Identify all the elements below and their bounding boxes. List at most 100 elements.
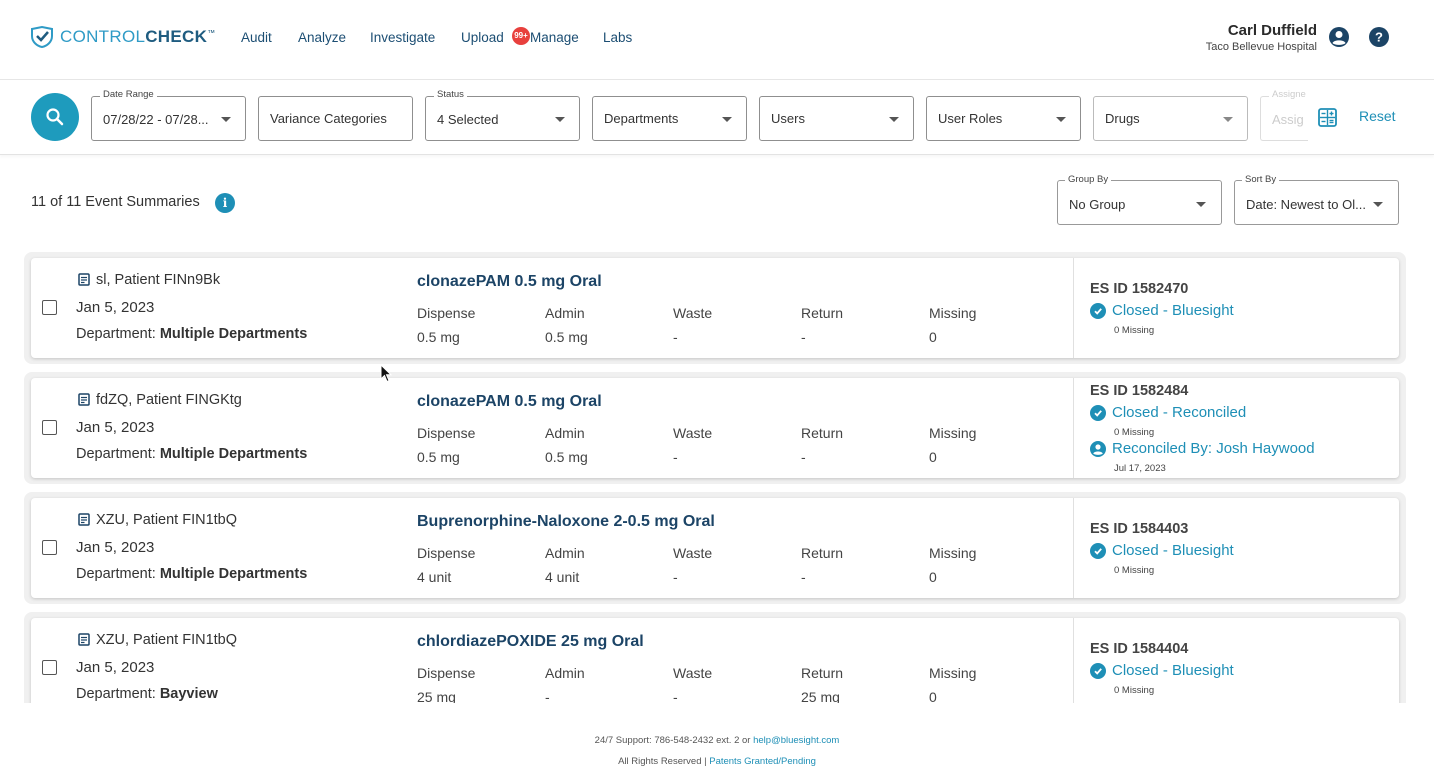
department-label: Department: bbox=[76, 686, 156, 702]
col-admin-label: Admin bbox=[545, 425, 585, 441]
variance-categories-value: Variance Categories bbox=[270, 111, 387, 126]
support-email-link[interactable]: help@bluesight.com bbox=[753, 735, 839, 746]
patient-name[interactable]: XZU, Patient FIN1tbQ bbox=[96, 512, 237, 528]
mouse-cursor-icon bbox=[380, 364, 392, 383]
sort-by-select[interactable]: Sort By Date: Newest to Ol... bbox=[1234, 174, 1399, 225]
dispense-value: 0.5 mg bbox=[417, 449, 460, 465]
patient-name[interactable]: sl, Patient FINn9Bk bbox=[96, 272, 220, 288]
card-divider bbox=[1073, 498, 1074, 598]
status-text: Closed - Bluesight bbox=[1112, 662, 1234, 679]
missing-value: 0 bbox=[929, 449, 937, 465]
chevron-down-icon bbox=[221, 117, 231, 122]
nav-link-investigate[interactable]: Investigate bbox=[370, 30, 435, 45]
date-range-select[interactable]: Date Range 07/28/22 - 07/28... bbox=[91, 89, 246, 141]
logo-text-control: CONTROL bbox=[60, 27, 146, 46]
reconciled-date: Jul 17, 2023 bbox=[1114, 463, 1166, 474]
dispense-value: 4 unit bbox=[417, 569, 452, 585]
event-card-body[interactable]: sl, Patient FINn9Bk Jan 5, 2023 Departme… bbox=[31, 258, 1399, 358]
select-checkbox[interactable] bbox=[42, 420, 57, 435]
assignee-select[interactable]: Assigne Assig bbox=[1260, 89, 1309, 141]
calculator-icon[interactable] bbox=[1318, 108, 1337, 127]
missing-count: 0 Missing bbox=[1114, 685, 1155, 696]
event-card-body[interactable]: XZU, Patient FIN1tbQ Jan 5, 2023 Departm… bbox=[31, 618, 1399, 703]
nav-link-audit[interactable]: Audit bbox=[241, 30, 272, 45]
waste-value: - bbox=[673, 689, 678, 703]
event-summary-list[interactable]: sl, Patient FINn9Bk Jan 5, 2023 Departme… bbox=[0, 245, 1434, 703]
select-checkbox[interactable] bbox=[42, 540, 57, 555]
patient-notes-icon bbox=[78, 513, 90, 526]
group-by-value: No Group bbox=[1069, 197, 1126, 212]
status-select[interactable]: Status 4 Selected bbox=[425, 89, 580, 141]
chevron-down-icon bbox=[555, 117, 565, 122]
select-checkbox[interactable] bbox=[42, 660, 57, 675]
return-value: 25 mg bbox=[801, 689, 840, 703]
shield-check-icon bbox=[31, 26, 53, 48]
patient-name[interactable]: XZU, Patient FIN1tbQ bbox=[96, 632, 237, 648]
status-closed: Closed - Bluesight bbox=[1090, 542, 1234, 559]
drug-name[interactable]: Buprenorphine-Naloxone 2-0.5 mg Oral bbox=[417, 513, 715, 531]
info-icon[interactable]: i bbox=[215, 193, 235, 213]
controlcheck-logo[interactable]: CONTROLCHECK™ bbox=[30, 26, 215, 48]
event-summary-count: 11 of 11 Event Summaries bbox=[31, 194, 200, 210]
check-circle-icon bbox=[1090, 302, 1106, 319]
drug-name[interactable]: chlordiazePOXIDE 25 mg Oral bbox=[417, 633, 644, 651]
nav-link-labs[interactable]: Labs bbox=[603, 30, 632, 45]
assignee-value: Assig bbox=[1272, 112, 1304, 127]
nav-link-upload[interactable]: Upload bbox=[461, 30, 504, 45]
admin-value: 0.5 mg bbox=[545, 449, 588, 465]
nav-link-manage[interactable]: Manage bbox=[530, 30, 579, 45]
search-button[interactable] bbox=[31, 93, 79, 141]
logo-tm: ™ bbox=[207, 28, 216, 38]
waste-value: - bbox=[673, 569, 678, 585]
variance-categories-select[interactable]: Variance Categories bbox=[258, 96, 413, 141]
missing-value: 0 bbox=[929, 329, 937, 345]
admin-value: 0.5 mg bbox=[545, 329, 588, 345]
department: Department: Multiple Departments bbox=[76, 446, 307, 462]
patient-name[interactable]: fdZQ, Patient FINGKtg bbox=[96, 392, 242, 408]
footer-support: 24/7 Support: 786-548-2432 ext. 2 or hel… bbox=[0, 735, 1434, 746]
return-value: - bbox=[801, 329, 806, 345]
event-card-body[interactable]: fdZQ, Patient FINGKtg Jan 5, 2023 Depart… bbox=[31, 378, 1399, 478]
user-roles-select[interactable]: User Roles bbox=[926, 96, 1081, 141]
help-icon[interactable]: ? bbox=[1368, 26, 1390, 48]
patents-link[interactable]: Patents Granted/Pending bbox=[709, 756, 816, 767]
top-nav: CONTROLCHECK™ Audit Analyze Investigate … bbox=[0, 0, 1434, 80]
col-missing-label: Missing bbox=[929, 545, 977, 561]
waste-value: - bbox=[673, 329, 678, 345]
event-date: Jan 5, 2023 bbox=[76, 539, 155, 556]
chevron-down-icon bbox=[1196, 202, 1206, 207]
user-circle-icon bbox=[1090, 440, 1106, 457]
admin-value: 4 unit bbox=[545, 569, 580, 585]
drug-name[interactable]: clonazePAM 0.5 mg Oral bbox=[417, 393, 602, 411]
reset-button[interactable]: Reset bbox=[1359, 108, 1396, 124]
col-missing-label: Missing bbox=[929, 425, 977, 441]
status-closed: Closed - Bluesight bbox=[1090, 662, 1234, 679]
col-waste-label: Waste bbox=[673, 305, 713, 321]
department-value: Bayview bbox=[159, 686, 218, 702]
departments-select[interactable]: Departments bbox=[592, 96, 747, 141]
chevron-down-icon bbox=[722, 117, 732, 122]
missing-count: 0 Missing bbox=[1114, 565, 1155, 576]
chevron-down-icon bbox=[1373, 202, 1383, 207]
event-date: Jan 5, 2023 bbox=[76, 299, 155, 316]
select-checkbox[interactable] bbox=[42, 300, 57, 315]
footer-rights: All Rights Reserved | Patents Granted/Pe… bbox=[0, 756, 1434, 767]
event-card-body[interactable]: XZU, Patient FIN1tbQ Jan 5, 2023 Departm… bbox=[31, 498, 1399, 598]
drugs-select[interactable]: Drugs bbox=[1093, 96, 1248, 141]
chevron-down-icon bbox=[889, 117, 899, 122]
drug-name[interactable]: clonazePAM 0.5 mg Oral bbox=[417, 273, 602, 291]
user-organization: Taco Bellevue Hospital bbox=[1205, 41, 1317, 53]
reconciled-by[interactable]: Reconciled By: Josh Haywood bbox=[1090, 440, 1315, 457]
assignee-label: Assigne bbox=[1269, 89, 1309, 100]
group-by-select[interactable]: Group By No Group bbox=[1057, 174, 1222, 225]
col-admin-label: Admin bbox=[545, 665, 585, 681]
users-select[interactable]: Users bbox=[759, 96, 914, 141]
dispense-value: 0.5 mg bbox=[417, 329, 460, 345]
support-text: 24/7 Support: 786-548-2432 ext. 2 or bbox=[594, 735, 754, 746]
col-waste-label: Waste bbox=[673, 665, 713, 681]
col-return-label: Return bbox=[801, 305, 844, 321]
department: Department: Multiple Departments bbox=[76, 566, 307, 582]
user-account-icon[interactable] bbox=[1328, 26, 1350, 48]
nav-link-analyze[interactable]: Analyze bbox=[298, 30, 346, 45]
user-name: Carl Duffield bbox=[1227, 22, 1317, 39]
